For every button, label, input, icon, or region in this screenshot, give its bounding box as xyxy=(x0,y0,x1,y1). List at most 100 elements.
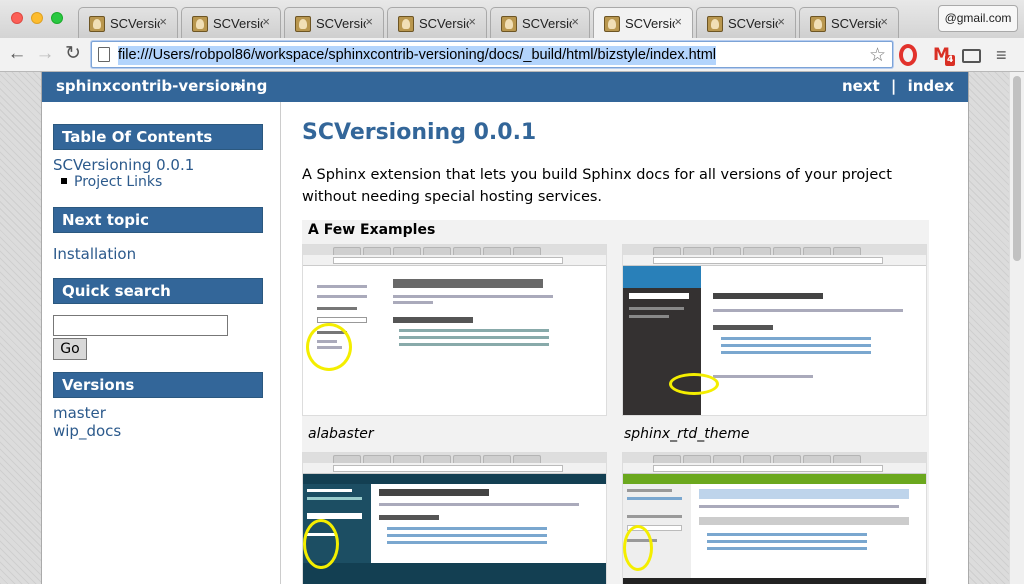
tab-label: SCVersioning xyxy=(625,16,675,31)
tab-close-icon[interactable]: × xyxy=(777,14,785,29)
version-link-wip-docs[interactable]: wip_docs xyxy=(53,422,121,440)
example-screenshot-sphinx-rtd-theme xyxy=(622,244,927,416)
next-topic-heading: Next topic xyxy=(53,207,263,233)
browser-tab[interactable]: SCVersioning × xyxy=(181,7,281,38)
back-arrow-icon[interactable]: ← xyxy=(5,42,29,66)
scrollbar[interactable] xyxy=(1009,72,1024,584)
browser-tab[interactable]: SCVersioning × xyxy=(387,7,487,38)
tab-close-icon[interactable]: × xyxy=(365,14,373,29)
mini-tab-bar xyxy=(303,245,606,255)
browser-tab[interactable]: SCVersioning × xyxy=(284,7,384,38)
mini-relbar xyxy=(623,474,926,484)
star-icon[interactable]: ☆ xyxy=(869,44,886,67)
favicon-icon xyxy=(89,16,105,32)
mini-sidebar-line xyxy=(627,497,682,500)
mini-search-box xyxy=(629,293,689,299)
example-screenshot-classic xyxy=(302,452,607,584)
mini-rtd-header xyxy=(623,266,701,288)
tab-close-icon[interactable]: × xyxy=(262,14,270,29)
browser-tab[interactable]: SCVersioning × xyxy=(799,7,899,38)
tab-close-icon[interactable]: × xyxy=(674,14,682,29)
search-input[interactable] xyxy=(53,315,228,336)
mini-heading xyxy=(393,317,473,323)
example-screenshot-nature xyxy=(622,452,927,584)
relbar-links: next | index xyxy=(836,77,954,95)
toc-link[interactable]: SCVersioning 0.0.1 xyxy=(53,156,194,174)
mini-text-line xyxy=(379,503,579,506)
tab-label: SCVersioning xyxy=(728,16,778,31)
opera-extension-icon[interactable] xyxy=(899,44,917,66)
tab-label: SCVersioning xyxy=(831,16,881,31)
tab-label: SCVersioning xyxy=(213,16,263,31)
examples-section: A Few Examples alabaster sphinx_rtd_them… xyxy=(302,220,929,584)
mini-tab-bar xyxy=(623,245,926,255)
next-link[interactable]: next xyxy=(842,77,880,95)
favicon-icon xyxy=(501,16,517,32)
favicon-icon xyxy=(810,16,826,32)
gmail-extension-icon[interactable]: M4 xyxy=(933,44,956,66)
address-bar-url[interactable]: file:///Users/robpol86/workspace/sphinxc… xyxy=(118,46,716,65)
forward-arrow-icon[interactable]: → xyxy=(33,42,57,66)
zoom-window-button[interactable] xyxy=(51,12,63,24)
toc-sub-link[interactable]: Project Links xyxy=(74,174,162,190)
mini-title xyxy=(699,489,909,499)
tab-close-icon[interactable]: × xyxy=(468,14,476,29)
highlight-ring xyxy=(623,525,653,571)
mini-text-line xyxy=(721,337,871,340)
tab-label: SCVersioning xyxy=(419,16,469,31)
mini-address-bar xyxy=(623,255,926,266)
tab-close-icon[interactable]: × xyxy=(159,14,167,29)
gmail-badge: 4 xyxy=(945,55,956,66)
browser-tab[interactable]: SCVersioning × xyxy=(490,7,590,38)
close-window-button[interactable] xyxy=(11,12,23,24)
sidebar: Table Of Contents SCVersioning 0.0.1 Pro… xyxy=(42,102,281,584)
mini-text-line xyxy=(399,343,549,346)
document: sphinxcontrib-versioning » next | index … xyxy=(41,72,969,584)
tab-close-icon[interactable]: × xyxy=(571,14,579,29)
tab-bar: SCVersioning × SCVersioning × SCVersioni… xyxy=(0,0,1024,39)
page-title: SCVersioning 0.0.1 xyxy=(302,120,537,145)
bullet-icon xyxy=(61,178,67,184)
mini-text-line xyxy=(387,527,547,530)
version-link-master[interactable]: master xyxy=(53,404,106,422)
mini-search-box xyxy=(307,513,362,519)
mini-heading xyxy=(713,325,773,330)
favicon-icon xyxy=(707,16,723,32)
mini-relbar xyxy=(303,474,606,484)
relbar-separator: | xyxy=(890,77,897,95)
index-link[interactable]: index xyxy=(908,77,954,95)
mini-heading xyxy=(699,517,909,525)
mini-text-line xyxy=(699,505,899,508)
favicon-icon xyxy=(398,16,414,32)
browser-tab[interactable]: SCVersioning × xyxy=(78,7,178,38)
reload-icon[interactable]: ↻ xyxy=(61,42,85,66)
menu-icon[interactable]: ≡ xyxy=(996,44,1018,66)
mini-text-line xyxy=(399,329,549,332)
favicon-icon xyxy=(604,16,620,32)
mini-text-line xyxy=(393,295,553,298)
search-go-button[interactable]: Go xyxy=(53,338,87,360)
mini-text-line xyxy=(721,351,871,354)
mini-sidebar-line xyxy=(317,285,367,288)
cast-icon[interactable] xyxy=(962,49,981,63)
browser-tab[interactable]: SCVersioning × xyxy=(696,7,796,38)
address-bar[interactable]: file:///Users/robpol86/workspace/sphinxc… xyxy=(91,41,893,68)
scrollbar-thumb[interactable] xyxy=(1013,76,1021,261)
browser-tab-active[interactable]: SCVersioning × xyxy=(593,7,693,39)
tab-close-icon[interactable]: × xyxy=(880,14,888,29)
intro-paragraph: A Sphinx extension that lets you build S… xyxy=(302,167,892,205)
highlight-ring xyxy=(306,323,352,371)
mini-footer xyxy=(623,578,926,584)
minimize-window-button[interactable] xyxy=(31,12,43,24)
mini-text-line xyxy=(707,533,867,536)
toc-heading: Table Of Contents xyxy=(53,124,263,150)
mini-sidebar-line xyxy=(307,497,362,500)
profile-button[interactable]: @gmail.com xyxy=(938,5,1018,32)
versions-heading: Versions xyxy=(53,372,263,398)
next-topic-link[interactable]: Installation xyxy=(53,245,136,263)
tab-label: SCVersioning xyxy=(316,16,366,31)
mini-heading xyxy=(379,515,439,520)
mini-text-line xyxy=(393,301,433,304)
example-caption: sphinx_rtd_theme xyxy=(624,426,750,442)
mini-sidebar-line xyxy=(627,515,682,518)
